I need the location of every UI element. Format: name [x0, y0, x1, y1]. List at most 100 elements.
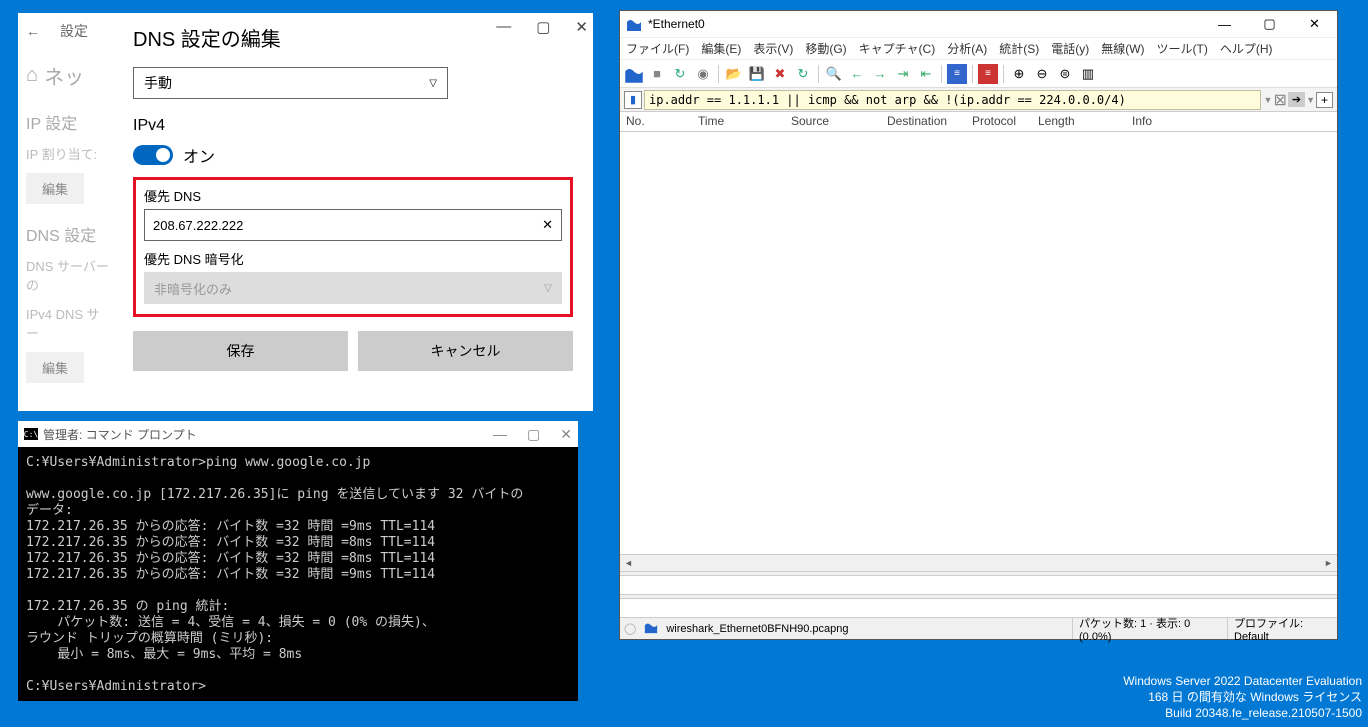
preferred-dns-value: 208.67.222.222	[153, 218, 243, 233]
menu-tools[interactable]: ツール(T)	[1157, 40, 1208, 57]
cmd-titlebar[interactable]: C:\ 管理者: コマンド プロンプト — ▢ ✕	[18, 421, 578, 447]
packet-list-pane[interactable]: ◄ ►	[620, 132, 1337, 571]
go-back-icon[interactable]: ←	[847, 64, 867, 84]
menu-analyze[interactable]: 分析(A)	[947, 40, 987, 57]
minimize-icon[interactable]: —	[493, 426, 507, 443]
col-no[interactable]: No.	[620, 112, 692, 131]
capture-file-icon[interactable]	[640, 620, 662, 637]
settings-home[interactable]: ⌂ ネッ	[26, 61, 110, 90]
bookmark-icon[interactable]: ▮	[624, 91, 642, 109]
scroll-left-icon[interactable]: ◄	[620, 555, 637, 572]
maximize-icon[interactable]: ▢	[1247, 11, 1292, 37]
command-prompt-window: C:\ 管理者: コマンド プロンプト — ▢ ✕ C:¥Users¥Admin…	[18, 421, 578, 701]
start-capture-icon[interactable]	[624, 64, 644, 84]
col-length[interactable]: Length	[1032, 112, 1126, 131]
toggle-on-label: オン	[183, 143, 215, 167]
menu-file[interactable]: ファイル(F)	[626, 40, 689, 57]
wireshark-titlebar[interactable]: *Ethernet0 — ▢ ✕	[620, 11, 1337, 38]
close-file-icon[interactable]: ✖	[770, 64, 790, 84]
colorize-icon[interactable]: ≡	[978, 64, 998, 84]
go-to-packet-icon[interactable]: ⇥	[893, 64, 913, 84]
apply-filter-icon[interactable]: ➔	[1288, 92, 1305, 107]
encryption-value: 非暗号化のみ	[154, 279, 232, 298]
wireshark-system-buttons: — ▢ ✕	[1202, 11, 1337, 37]
col-time[interactable]: Time	[692, 112, 785, 131]
back-arrow-icon[interactable]: ←	[26, 23, 40, 39]
ip-edit-button[interactable]: 編集	[26, 173, 84, 204]
filter-dropdown-icon[interactable]: ▼	[1264, 95, 1273, 105]
stop-capture-icon[interactable]: ■	[647, 64, 667, 84]
autoscroll-icon[interactable]: ≡	[947, 64, 967, 84]
zoom-out-icon[interactable]: ⊖	[1032, 64, 1052, 84]
cancel-button[interactable]: キャンセル	[358, 331, 573, 371]
status-filename: wireshark_Ethernet0BFNH90.pcapng	[662, 623, 1072, 635]
menu-telephony[interactable]: 電話(y)	[1051, 40, 1089, 57]
close-icon[interactable]: ✕	[575, 18, 588, 36]
packet-list-header: No. Time Source Destination Protocol Len…	[620, 112, 1337, 132]
encryption-select[interactable]: 非暗号化のみ ▽	[144, 272, 562, 304]
capture-options-icon[interactable]: ◉	[693, 64, 713, 84]
go-forward-icon[interactable]: →	[870, 64, 890, 84]
chevron-down-icon: ▽	[544, 283, 552, 294]
ipv4-toggle-row: オン	[133, 143, 573, 167]
col-source[interactable]: Source	[785, 112, 881, 131]
save-button[interactable]: 保存	[133, 331, 348, 371]
toolbar-separator	[972, 65, 973, 83]
resize-columns-icon[interactable]: ▥	[1078, 64, 1098, 84]
toolbar-separator	[941, 65, 942, 83]
menu-statistics[interactable]: 統計(S)	[999, 40, 1039, 57]
cmd-icon: C:\	[24, 428, 38, 440]
minimize-icon[interactable]: —	[496, 18, 511, 36]
col-protocol[interactable]: Protocol	[966, 112, 1032, 131]
expert-info-icon[interactable]: ◯	[620, 622, 640, 635]
menu-edit[interactable]: 編集(E)	[701, 40, 741, 57]
col-destination[interactable]: Destination	[881, 112, 966, 131]
ip-assign-label: IP 割り当て:	[26, 144, 110, 163]
preferred-dns-input[interactable]: 208.67.222.222 ✕	[144, 209, 562, 241]
dns-server-label: DNS サーバーの	[26, 256, 110, 294]
clear-input-icon[interactable]: ✕	[542, 217, 553, 233]
col-info[interactable]: Info	[1126, 112, 1337, 131]
scroll-right-icon[interactable]: ►	[1320, 555, 1337, 572]
settings-back-row[interactable]: ← 設定	[26, 21, 110, 41]
maximize-icon[interactable]: ▢	[527, 426, 540, 443]
open-file-icon[interactable]: 📂	[724, 64, 744, 84]
save-file-icon[interactable]: 💾	[747, 64, 767, 84]
settings-main-panel: — ▢ ✕ DNS 設定の編集 手動 ▽ IPv4 オン 優先 DNS 208.…	[118, 13, 593, 411]
filter-history-icon[interactable]: ▼	[1306, 95, 1315, 105]
minimize-icon[interactable]: —	[1202, 11, 1247, 37]
zoom-reset-icon[interactable]: ⊜	[1055, 64, 1075, 84]
toolbar-separator	[718, 65, 719, 83]
maximize-icon[interactable]: ▢	[536, 18, 550, 36]
dns-settings-header: DNS 設定	[26, 222, 110, 246]
cmd-title-text: 管理者: コマンド プロンプト	[43, 426, 197, 443]
menu-help[interactable]: ヘルプ(H)	[1220, 40, 1273, 57]
go-first-icon[interactable]: ⇤	[916, 64, 936, 84]
cmd-output[interactable]: C:¥Users¥Administrator>ping www.google.c…	[18, 447, 578, 703]
dns-edit-button[interactable]: 編集	[26, 352, 84, 383]
packet-details-pane[interactable]	[620, 576, 1337, 594]
zoom-in-icon[interactable]: ⊕	[1009, 64, 1029, 84]
menu-capture[interactable]: キャプチャ(C)	[859, 40, 936, 57]
horizontal-scrollbar[interactable]: ◄ ►	[620, 554, 1337, 571]
menu-view[interactable]: 表示(V)	[753, 40, 793, 57]
ipv4-toggle[interactable]	[133, 145, 173, 165]
menu-wireless[interactable]: 無線(W)	[1101, 40, 1144, 57]
add-filter-button[interactable]: +	[1316, 92, 1333, 108]
reload-icon[interactable]: ↻	[793, 64, 813, 84]
close-icon[interactable]: ✕	[1292, 11, 1337, 37]
dns-mode-select[interactable]: 手動 ▽	[133, 67, 448, 99]
display-filter-input[interactable]	[644, 90, 1261, 110]
wireshark-statusbar: ◯ wireshark_Ethernet0BFNH90.pcapng パケット数…	[620, 617, 1337, 639]
ip-settings-header: IP 設定	[26, 110, 110, 134]
clear-filter-icon[interactable]: ⊠	[1273, 90, 1286, 110]
watermark-line2: 168 日 の間有効な Windows ライセンス	[1123, 689, 1362, 705]
find-packet-icon[interactable]: 🔍	[824, 64, 844, 84]
close-icon[interactable]: ✕	[560, 426, 572, 443]
wireshark-filter-bar: ▮ ▼ ⊠ ➔ ▼ +	[620, 88, 1337, 112]
status-profile[interactable]: プロファイル: Default	[1227, 618, 1337, 639]
restart-capture-icon[interactable]: ↻	[670, 64, 690, 84]
packet-bytes-pane[interactable]	[620, 599, 1337, 617]
menu-go[interactable]: 移動(G)	[805, 40, 846, 57]
preferred-dns-label: 優先 DNS	[144, 186, 562, 205]
